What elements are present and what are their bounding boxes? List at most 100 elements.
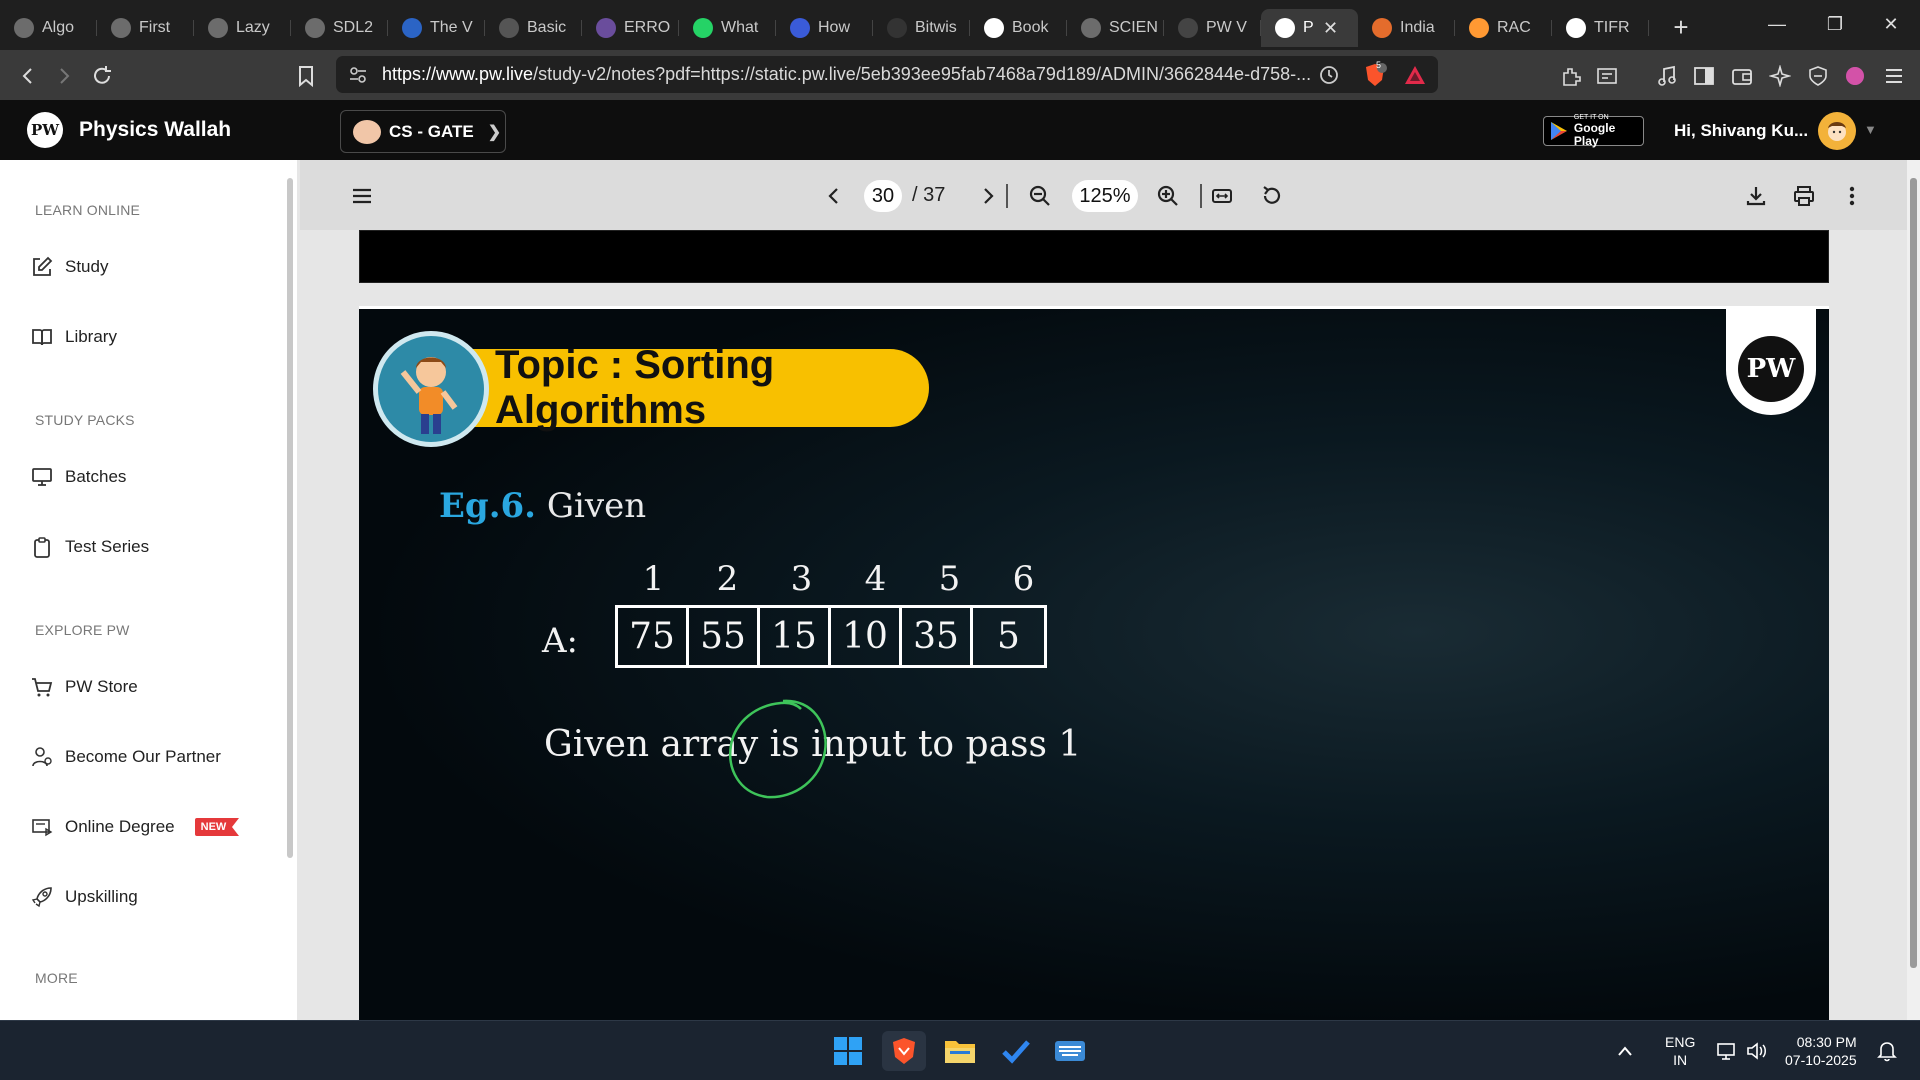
pdf-scrollbar-thumb[interactable] (1910, 178, 1917, 968)
browser-tab[interactable]: The V (388, 9, 485, 47)
browser-tab[interactable]: Bitwis (873, 9, 970, 47)
tray-expand-icon[interactable] (1610, 1031, 1640, 1071)
tab-favicon-icon (1081, 18, 1101, 38)
todo-app-icon[interactable] (994, 1031, 1038, 1071)
sidebar-item-study[interactable]: Study (30, 249, 270, 285)
bookmark-icon[interactable] (290, 60, 322, 92)
brave-rewards-icon[interactable] (1404, 64, 1426, 86)
network-icon[interactable] (1712, 1031, 1742, 1071)
reload-icon[interactable] (86, 60, 118, 92)
cart-icon (30, 675, 54, 699)
back-icon[interactable] (12, 60, 44, 92)
outline-menu-icon[interactable] (346, 180, 378, 212)
browser-tab[interactable]: Algo (0, 9, 97, 47)
sidebar-item-test-series[interactable]: Test Series (30, 529, 270, 565)
new-tab-button[interactable]: + (1663, 9, 1699, 45)
sidebar-item-batches[interactable]: Batches (30, 459, 270, 495)
zoom-out-icon[interactable] (1024, 180, 1056, 212)
pw-logo[interactable]: PW (27, 112, 63, 148)
sidebar-toggle-icon[interactable] (1691, 63, 1717, 89)
close-tab-icon[interactable]: ✕ (1323, 18, 1338, 39)
keyboard-app-icon[interactable] (1048, 1031, 1092, 1071)
sidebar: LEARN ONLINE Study Library STUDY PACKS B… (0, 160, 297, 1020)
browser-tab[interactable]: First (97, 9, 194, 47)
browser-tab[interactable]: RAC (1455, 9, 1552, 47)
browser-tab[interactable]: SDL2 (291, 9, 388, 47)
tab-favicon-icon (1372, 18, 1392, 38)
browser-tab[interactable]: P ✕ (1261, 9, 1358, 47)
extensions-icon[interactable] (1558, 63, 1584, 89)
close-window-button[interactable]: ✕ (1862, 0, 1920, 48)
user-greeting[interactable]: Hi, Shivang Ku... (1674, 121, 1808, 141)
site-header: PW Physics Wallah CS - GATE ❯ GET IT ON … (0, 100, 1920, 160)
tab-title: ERRO (624, 19, 671, 36)
browser-tab[interactable]: ERRO (582, 9, 679, 47)
input-language[interactable]: ENG IN (1665, 1033, 1695, 1069)
browser-tab[interactable]: SCIEN (1067, 9, 1164, 47)
more-options-icon[interactable] (1836, 180, 1868, 212)
tab-favicon-icon (208, 18, 228, 38)
rotate-icon[interactable] (1256, 180, 1288, 212)
print-icon[interactable] (1788, 180, 1820, 212)
browser-tab[interactable]: Lazy (194, 9, 291, 47)
pdf-toolbar: 30 / 37 125% (300, 160, 1907, 230)
forward-icon[interactable] (48, 60, 80, 92)
avatar[interactable] (1818, 112, 1856, 150)
url-bar[interactable]: https://www.pw.live/study-v2/notes?pdf=h… (336, 56, 1438, 93)
tab-list: Algo First Lazy SDL2 The V Basic ERRO What How Bi… (0, 3, 1649, 47)
next-page-icon[interactable] (972, 180, 1004, 212)
section-title-packs: STUDY PACKS (35, 412, 135, 428)
vpn-icon[interactable] (1805, 63, 1831, 89)
menu-icon[interactable] (1881, 63, 1907, 89)
sidebar-item-online-degree[interactable]: Online Degree NEW (30, 809, 270, 845)
tab-favicon-icon (111, 18, 131, 38)
wallet-icon[interactable] (1729, 63, 1755, 89)
leo-ai-icon[interactable] (1767, 63, 1793, 89)
tab-title: SCIEN (1109, 19, 1158, 36)
google-play-button[interactable]: GET IT ON Google Play (1543, 114, 1644, 148)
tab-favicon-icon (1275, 18, 1295, 38)
fit-page-icon[interactable] (1206, 180, 1238, 212)
clock-time: 08:30 PM (1796, 1034, 1857, 1050)
page-number-input[interactable]: 30 (864, 180, 902, 212)
start-icon[interactable] (826, 1031, 870, 1071)
sidebar-scrollbar[interactable] (287, 178, 293, 858)
minimize-button[interactable]: — (1748, 0, 1806, 48)
browser-tab[interactable]: TIFR (1552, 9, 1649, 47)
browser-tab[interactable]: How (776, 9, 873, 47)
file-explorer-icon[interactable] (938, 1031, 982, 1071)
history-icon[interactable] (1318, 64, 1340, 86)
sidebar-item-upskilling[interactable]: Upskilling (30, 879, 270, 915)
zoom-level-input[interactable]: 125% (1072, 180, 1138, 212)
restore-button[interactable]: ❐ (1806, 0, 1864, 48)
browser-tab[interactable]: What (679, 9, 776, 47)
array-cell: 5 (997, 616, 1020, 657)
download-icon[interactable] (1740, 180, 1772, 212)
sidebar-item-library[interactable]: Library (30, 319, 270, 355)
sidebar-item-label: Upskilling (65, 887, 138, 906)
browser-tab[interactable]: Book (970, 9, 1067, 47)
notification-bell-icon[interactable] (1872, 1031, 1902, 1071)
batch-thumbnail (353, 119, 381, 144)
prev-page-icon[interactable] (818, 180, 850, 212)
sidebar-item-partner[interactable]: Become Our Partner (30, 739, 270, 775)
batch-selector-button[interactable]: CS - GATE ❯ (340, 110, 506, 153)
caret-down-icon[interactable]: ▼ (1864, 122, 1877, 137)
brave-browser-taskbar-icon[interactable] (882, 1031, 926, 1071)
zoom-in-icon[interactable] (1152, 180, 1184, 212)
volume-icon[interactable] (1742, 1031, 1772, 1071)
profile-icon[interactable] (1842, 63, 1868, 89)
music-icon[interactable] (1654, 63, 1680, 89)
clock[interactable]: 08:30 PM 07-10-2025 (1785, 1033, 1857, 1069)
browser-tab[interactable]: Basic (485, 9, 582, 47)
browser-tab[interactable]: PW V (1164, 9, 1261, 47)
browser-tab[interactable]: India (1358, 9, 1455, 47)
play-store-icon (1550, 122, 1567, 140)
site-settings-icon[interactable] (348, 65, 368, 85)
reader-mode-icon[interactable] (1594, 63, 1620, 89)
sidebar-item-store[interactable]: PW Store (30, 669, 270, 705)
array-cell: 55 (689, 608, 760, 665)
brave-shield-icon[interactable] (1362, 62, 1388, 88)
brand-name[interactable]: Physics Wallah (79, 118, 231, 142)
tab-title: Bitwis (915, 19, 957, 36)
